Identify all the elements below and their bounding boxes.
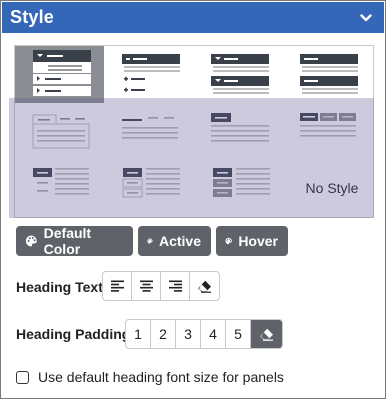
hover-color-button[interactable]: Hover [216, 226, 288, 256]
padding-1-label: 1 [134, 326, 142, 342]
default-font-size-option[interactable]: Use default heading font size for panels [16, 369, 284, 385]
heading-text-label: Heading Text [16, 279, 103, 295]
style-vertical-tabs-boxed[interactable] [106, 160, 194, 216]
no-style-option[interactable]: No Style [291, 160, 373, 216]
padding-4-button[interactable]: 4 [201, 320, 226, 348]
panel-header[interactable]: Style [2, 2, 384, 33]
palette-icon [25, 235, 37, 247]
style-stacked-caret[interactable] [195, 46, 283, 103]
hover-color-label: Hover [238, 233, 278, 249]
color-button-row: Default Color Active Hover [16, 225, 288, 257]
style-vertical-tabs-stack[interactable] [195, 160, 283, 216]
palette-icon [147, 238, 153, 244]
style-tabs-boxed[interactable] [15, 103, 104, 160]
chevron-down-icon[interactable] [360, 13, 372, 23]
palette-icon [225, 237, 232, 245]
default-font-size-checkbox[interactable] [16, 370, 29, 384]
style-stacked-panels[interactable] [284, 46, 373, 103]
padding-3-label: 3 [184, 326, 192, 342]
eraser-icon [260, 328, 273, 341]
style-tabs-dark-single[interactable] [195, 103, 283, 160]
active-color-label: Active [158, 233, 201, 249]
active-color-button[interactable]: Active [138, 226, 211, 256]
align-center-button[interactable] [132, 272, 161, 300]
padding-2-button[interactable]: 2 [151, 320, 176, 348]
style-tabs-dark-pills[interactable] [284, 103, 373, 160]
default-color-label: Default Color [43, 225, 92, 257]
no-style-label: No Style [305, 180, 359, 196]
default-color-button[interactable]: Default Color [16, 225, 133, 257]
padding-2-label: 2 [159, 326, 167, 342]
style-accordion-plus[interactable] [106, 46, 194, 103]
align-center-icon [139, 280, 153, 292]
clear-alignment-button[interactable] [190, 272, 219, 300]
panel-title: Style [10, 7, 55, 27]
padding-5-label: 5 [234, 326, 242, 342]
padding-1-button[interactable]: 1 [126, 320, 151, 348]
style-vertical-tabs-left[interactable] [15, 160, 104, 216]
style-accordion-caret[interactable] [15, 46, 104, 103]
align-right-button[interactable] [161, 272, 190, 300]
padding-5-button[interactable]: 5 [226, 320, 251, 348]
style-tabs-underline[interactable] [106, 103, 194, 160]
heading-text-alignment [102, 271, 220, 301]
align-right-icon [168, 280, 182, 292]
style-panel: Style No Style Default Color Active Hove… [0, 0, 386, 399]
heading-padding-options: 1 2 3 4 5 [125, 319, 283, 349]
heading-padding-label: Heading Padding [16, 326, 131, 342]
align-left-icon [110, 280, 124, 292]
clear-padding-button[interactable] [251, 320, 282, 348]
padding-4-label: 4 [209, 326, 217, 342]
eraser-icon [198, 280, 211, 293]
padding-3-button[interactable]: 3 [176, 320, 201, 348]
align-left-button[interactable] [103, 272, 132, 300]
default-font-size-label: Use default heading font size for panels [38, 369, 284, 385]
